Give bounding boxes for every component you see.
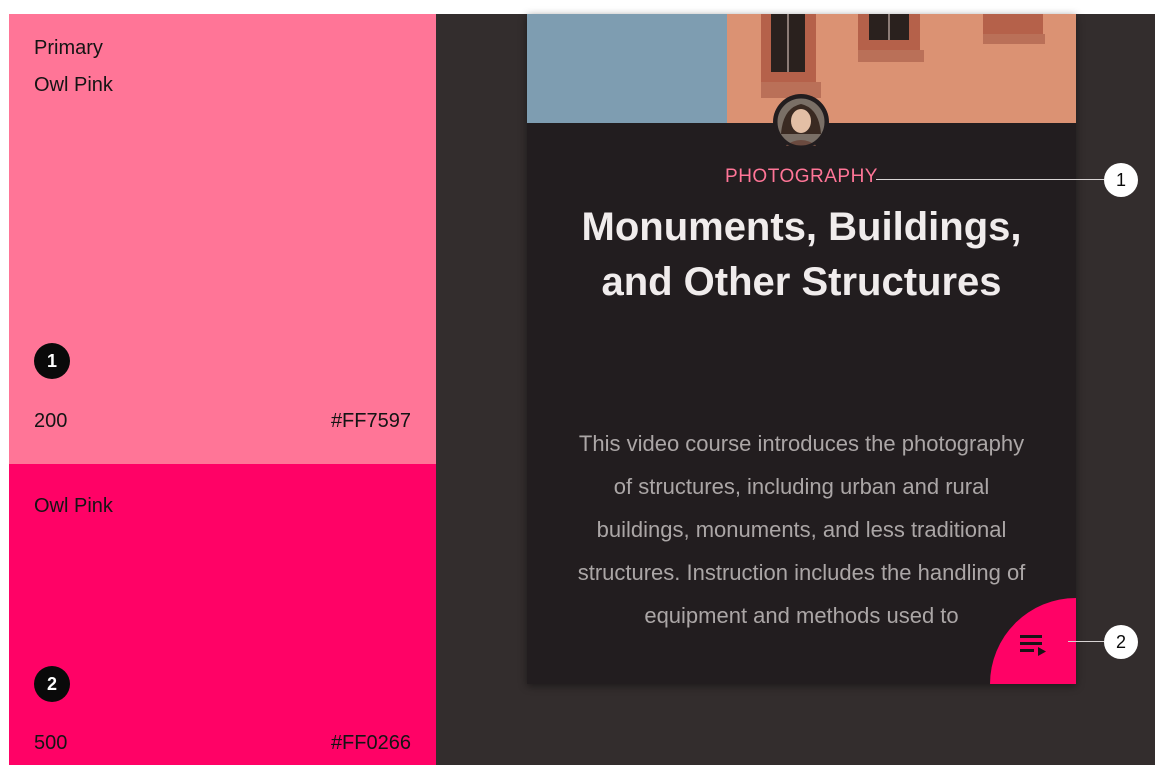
swatch-color-name: Owl Pink	[34, 495, 113, 517]
callout-badge-1: 1	[1104, 163, 1138, 197]
preview-stage: PHOTOGRAPHY Monuments, Buildings, and Ot…	[436, 14, 1155, 765]
author-avatar[interactable]	[773, 94, 829, 150]
article-title: Monuments, Buildings, and Other Structur…	[581, 205, 1022, 304]
callout-line-1	[876, 179, 1104, 180]
swatch-marker-badge: 2	[34, 666, 70, 702]
swatch-role-label: Primary	[34, 37, 103, 59]
swatch-owl-pink-500: Owl Pink 2 500 #FF0266	[9, 464, 436, 765]
swatch-color-name: Owl Pink	[34, 74, 113, 96]
callout-badge-2: 2	[1104, 625, 1138, 659]
article-card[interactable]: PHOTOGRAPHY Monuments, Buildings, and Ot…	[527, 14, 1076, 684]
category-label: PHOTOGRAPHY	[725, 166, 878, 187]
swatch-hex: #FF0266	[330, 732, 411, 754]
swatch-hex: #FF7597	[330, 410, 411, 432]
swatch-weight: 500	[34, 732, 68, 754]
callout-line-2	[1068, 641, 1104, 642]
article-description: This video course introduces the photogr…	[577, 431, 1026, 628]
swatch-weight: 200	[34, 410, 68, 432]
swatch-owl-pink-200: Primary Owl Pink 1 200 #FF7597	[9, 14, 436, 464]
swatch-marker-badge: 1	[34, 343, 70, 379]
playlist-play-icon	[1020, 635, 1046, 656]
